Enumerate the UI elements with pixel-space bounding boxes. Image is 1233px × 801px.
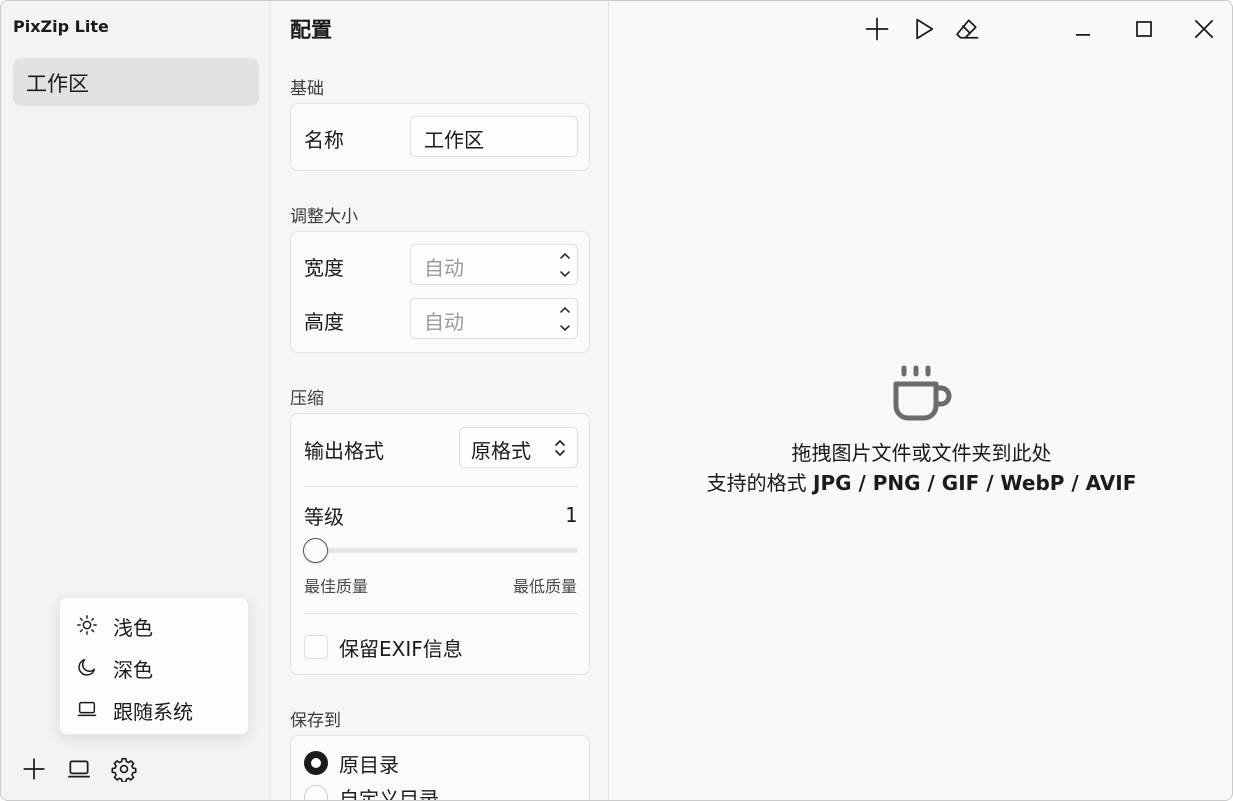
maximize-icon bbox=[1136, 21, 1152, 37]
format-value: 原格式 bbox=[471, 439, 531, 463]
sidebar: PixZip Lite 工作区 浅色 深色 跟随系统 bbox=[1, 1, 271, 800]
exif-label[interactable]: 保留EXIF信息 bbox=[339, 633, 463, 662]
theme-option-label: 跟随系统 bbox=[113, 700, 193, 724]
formats-list: JPG / PNG / GIF / WebP / AVIF bbox=[813, 471, 1137, 495]
plus-icon bbox=[865, 17, 889, 41]
plus-icon bbox=[23, 758, 45, 780]
theme-option-dark[interactable]: 深色 bbox=[60, 647, 250, 687]
theme-menu: 浅色 深色 跟随系统 bbox=[59, 597, 249, 735]
config-panel: 配置 基础 名称 工作区 调整大小 宽度 自动 高度 自动 压缩 输出格式 原格… bbox=[271, 1, 609, 800]
theme-option-light[interactable]: 浅色 bbox=[60, 605, 250, 645]
close-button[interactable] bbox=[1190, 15, 1218, 43]
radio-original-dir[interactable] bbox=[304, 751, 328, 775]
section-label-basic: 基础 bbox=[290, 79, 324, 99]
theme-option-system[interactable]: 跟随系统 bbox=[60, 689, 250, 729]
add-files-button[interactable] bbox=[863, 15, 891, 43]
moon-icon bbox=[78, 658, 96, 676]
height-label: 高度 bbox=[304, 310, 344, 334]
save-option-label[interactable]: 原目录 bbox=[339, 749, 399, 778]
basic-card: 名称 工作区 bbox=[290, 103, 590, 171]
section-label-compress: 压缩 bbox=[290, 389, 324, 409]
height-stepper[interactable] bbox=[558, 303, 572, 335]
level-label: 等级 bbox=[304, 505, 344, 529]
level-slider-track[interactable] bbox=[304, 548, 578, 553]
section-label-resize: 调整大小 bbox=[290, 207, 358, 227]
add-workspace-button[interactable] bbox=[21, 756, 47, 782]
save-card: 原目录 自定义目录 bbox=[290, 735, 590, 800]
divider bbox=[304, 486, 578, 487]
worst-quality-label: 最低质量 bbox=[512, 577, 577, 596]
sidebar-item-workspace[interactable]: 工作区 bbox=[13, 58, 259, 106]
radio-custom-dir[interactable] bbox=[304, 785, 328, 800]
save-option-label[interactable]: 自定义目录 bbox=[339, 783, 439, 800]
gear-icon bbox=[111, 757, 137, 783]
maximize-button[interactable] bbox=[1130, 15, 1158, 43]
chevron-up-icon bbox=[560, 252, 570, 259]
close-icon bbox=[1194, 19, 1214, 39]
drop-area[interactable]: 拖拽图片文件或文件夹到此处 支持的格式 JPG / PNG / GIF / We… bbox=[609, 1, 1232, 800]
laptop-icon bbox=[77, 701, 97, 717]
compress-card: 输出格式 原格式 等级 1 最佳质量 最低质量 保留EXIF信息 bbox=[290, 413, 590, 675]
theme-option-label: 深色 bbox=[113, 658, 153, 682]
chevron-down-icon bbox=[560, 325, 570, 332]
width-placeholder: 自动 bbox=[424, 256, 464, 280]
play-icon bbox=[916, 18, 934, 40]
divider bbox=[304, 613, 578, 614]
exif-checkbox[interactable] bbox=[304, 635, 328, 659]
laptop-icon bbox=[68, 760, 90, 778]
clear-button[interactable] bbox=[953, 15, 981, 43]
theme-button[interactable] bbox=[66, 756, 92, 782]
app-window: PixZip Lite 工作区 浅色 深色 跟随系统 配置 基础 名称 工作区 … bbox=[0, 0, 1233, 801]
minimize-icon bbox=[1076, 33, 1090, 36]
name-input[interactable]: 工作区 bbox=[410, 116, 578, 157]
config-title: 配置 bbox=[290, 18, 332, 42]
chevron-up-icon bbox=[560, 306, 570, 313]
format-label: 输出格式 bbox=[304, 439, 384, 463]
chevron-down-icon bbox=[560, 271, 570, 278]
chevron-updown-icon bbox=[555, 440, 565, 456]
sun-icon bbox=[77, 615, 97, 635]
sidebar-bottom-bar bbox=[1, 751, 271, 787]
level-slider-thumb[interactable] bbox=[303, 538, 328, 563]
level-value: 1 bbox=[564, 503, 577, 527]
settings-button[interactable] bbox=[111, 756, 137, 783]
theme-option-label: 浅色 bbox=[113, 616, 153, 640]
start-button[interactable] bbox=[909, 15, 937, 43]
drop-hint: 拖拽图片文件或文件夹到此处 bbox=[791, 441, 1052, 465]
eraser-icon bbox=[956, 19, 979, 39]
best-quality-label: 最佳质量 bbox=[304, 577, 369, 596]
width-stepper[interactable] bbox=[558, 249, 572, 281]
app-title: PixZip Lite bbox=[13, 17, 109, 36]
width-label: 宽度 bbox=[304, 256, 344, 280]
resize-card: 宽度 自动 高度 自动 bbox=[290, 231, 590, 353]
formats-prefix: 支持的格式 bbox=[706, 471, 807, 495]
format-select[interactable]: 原格式 bbox=[459, 427, 578, 468]
width-input[interactable]: 自动 bbox=[410, 244, 578, 285]
supported-formats: 支持的格式 JPG / PNG / GIF / WebP / AVIF bbox=[609, 467, 1232, 496]
height-placeholder: 自动 bbox=[424, 310, 464, 334]
name-label: 名称 bbox=[304, 128, 344, 152]
height-input[interactable]: 自动 bbox=[410, 298, 578, 339]
coffee-cup-icon bbox=[893, 365, 952, 421]
minimize-button[interactable] bbox=[1069, 15, 1097, 43]
section-label-save: 保存到 bbox=[290, 711, 341, 731]
